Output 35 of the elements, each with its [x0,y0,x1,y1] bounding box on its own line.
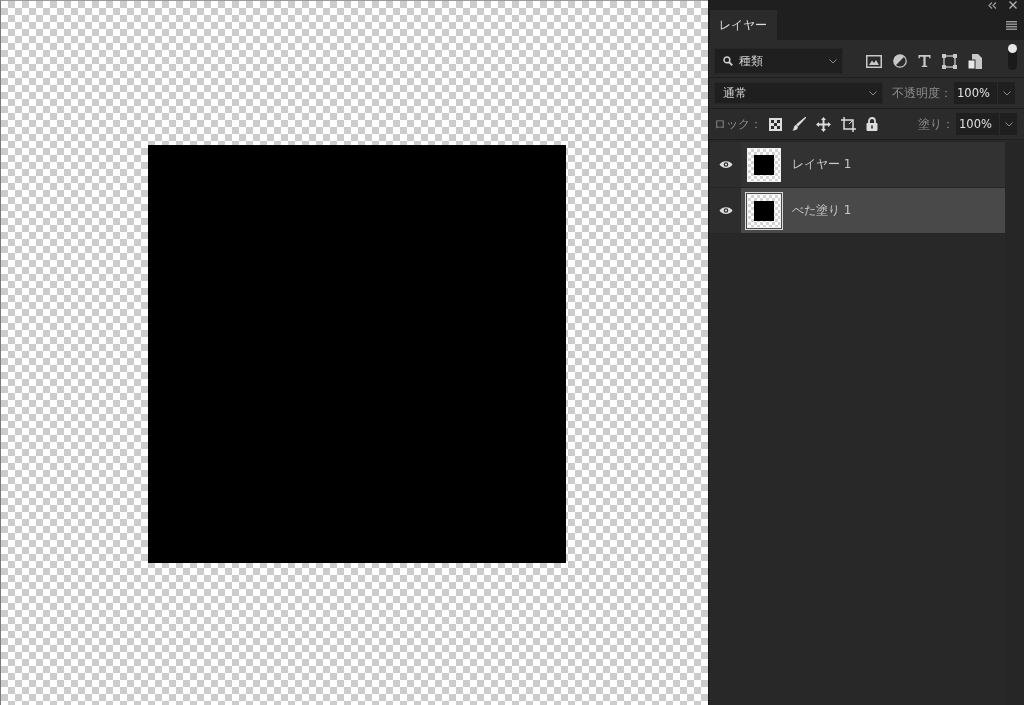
layer-thumbnail [747,147,781,182]
menu-icon[interactable] [1006,20,1017,30]
document-icon[interactable] [968,53,982,69]
image-icon[interactable] [866,54,882,68]
layer-row[interactable]: べた塗り 1 [741,188,1005,233]
opacity-label: 不透明度： [892,84,952,102]
move-icon[interactable] [816,116,831,132]
eye-icon[interactable] [718,206,733,215]
lock-icon[interactable] [866,117,878,131]
layer-row[interactable]: レイヤー 1 [741,142,1005,187]
fill-label: 塗り： [918,115,954,133]
layer-name: べた塗り 1 [792,202,852,219]
filter-dropdown[interactable]: 種類 [714,48,843,74]
square-handles-icon[interactable] [942,53,957,69]
eye-icon[interactable] [718,160,733,169]
checkerboard-icon[interactable] [769,117,782,131]
panel-tab[interactable]: レイヤー [710,10,777,40]
fill-field[interactable]: 100% [956,113,999,135]
blend-mode-dropdown[interactable]: 通常 [714,82,883,104]
opacity-field[interactable]: 100% [954,82,997,104]
caret-icon [1004,121,1013,127]
layer-thumbnail [745,191,783,230]
type-tool-icon[interactable] [918,54,931,68]
caret-icon [869,90,877,96]
brush-icon[interactable] [792,117,806,131]
close-icon[interactable] [1009,1,1017,9]
crop-frame-icon[interactable] [841,116,856,132]
double-chevron-icon[interactable] [988,1,997,9]
filter-toggle[interactable] [1008,44,1017,70]
half-circle-icon[interactable] [893,54,907,68]
caret-icon [1002,90,1011,96]
search-icon [723,56,733,66]
lock-label: ロック： [714,115,762,133]
caret-icon [829,58,837,64]
layer-name: レイヤー 1 [792,156,852,173]
